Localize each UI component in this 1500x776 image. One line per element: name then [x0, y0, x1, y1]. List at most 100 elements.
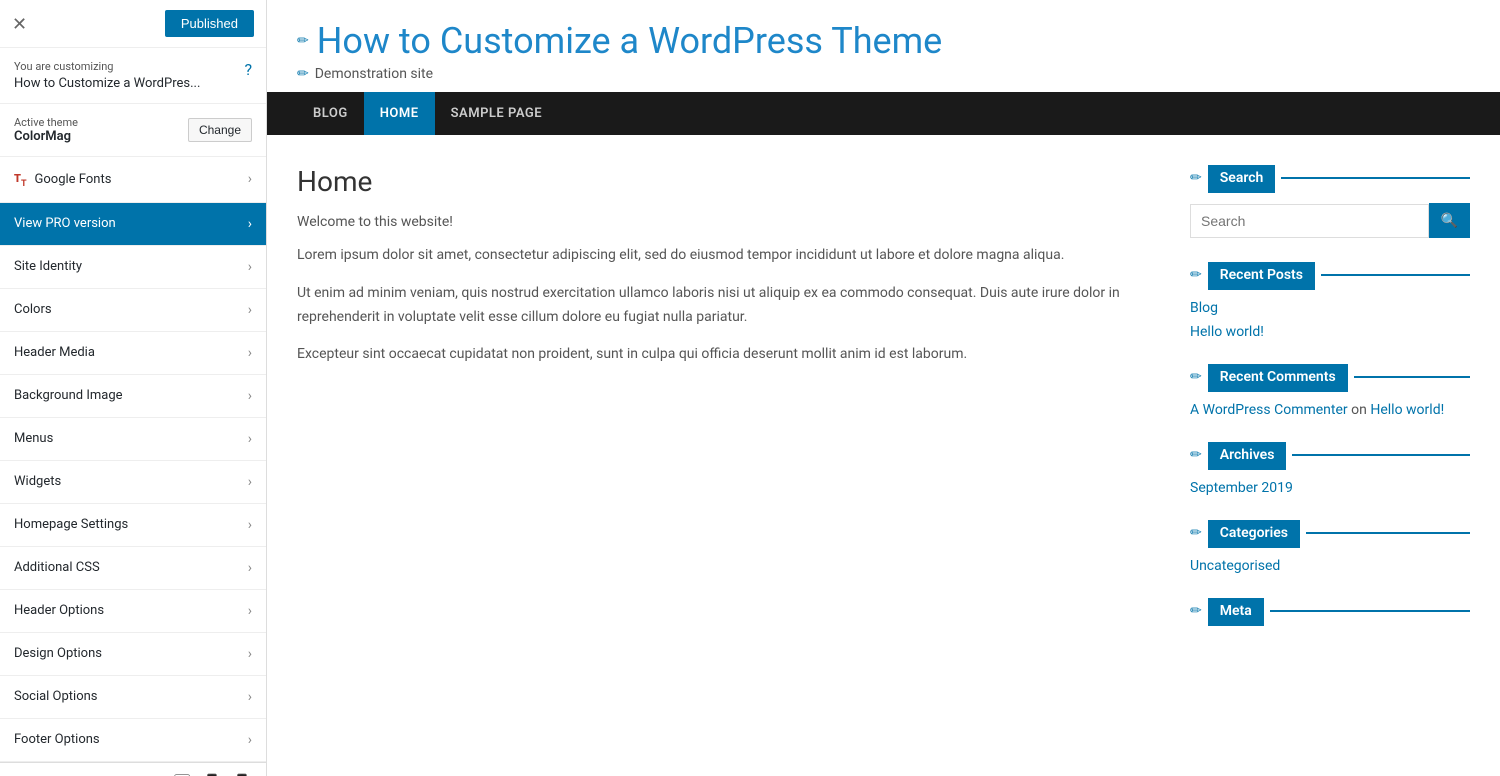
- site-title: How to Customize a WordPress Theme: [317, 20, 943, 62]
- lorem-para-3: Excepteur sint occaecat cupidatat non pr…: [297, 343, 1160, 367]
- chevron-right-icon: ›: [248, 560, 252, 576]
- recent-comments-underline: [1354, 376, 1470, 378]
- meta-edit-icon[interactable]: ✏: [1190, 603, 1202, 619]
- sidebar-item-label: Footer Options: [14, 732, 100, 747]
- sidebar-item-view-pro[interactable]: View PRO version›: [0, 203, 266, 246]
- preview-area: ✏ How to Customize a WordPress Theme ✏ D…: [267, 0, 1500, 776]
- google-fonts-icon: TT: [14, 170, 27, 189]
- search-widget-title: Search: [1208, 165, 1276, 191]
- recent-post-link[interactable]: Blog: [1190, 300, 1470, 316]
- recent-comments-widget: ✏ Recent Comments A WordPress Commenter …: [1190, 364, 1470, 418]
- help-icon[interactable]: ?: [244, 60, 252, 79]
- categories-title: Categories: [1208, 520, 1300, 546]
- sidebar-item-site-identity[interactable]: Site Identity ›: [0, 246, 266, 289]
- meta-underline: [1270, 610, 1470, 612]
- chevron-right-icon: ›: [248, 171, 252, 187]
- sidebar-item-background-image[interactable]: Background Image›: [0, 375, 266, 418]
- search-button[interactable]: 🔍: [1429, 203, 1470, 238]
- recent-comments-title: Recent Comments: [1208, 364, 1348, 390]
- chevron-right-icon: ›: [248, 259, 252, 275]
- recent-posts-underline: [1321, 274, 1470, 276]
- search-title-underline: [1281, 177, 1470, 179]
- categories-edit-icon[interactable]: ✏: [1190, 525, 1202, 541]
- sidebar-item-label: Site Identity: [14, 259, 82, 274]
- sidebar-item-additional-css[interactable]: Additional CSS ›: [0, 547, 266, 590]
- sidebar-item-google-fonts[interactable]: TTGoogle Fonts›: [0, 157, 266, 203]
- chevron-right-icon: ›: [248, 474, 252, 490]
- chevron-right-icon: ›: [248, 431, 252, 447]
- sidebar-item-label: Header Options: [14, 603, 104, 618]
- sidebar-item-header-options[interactable]: Header Options›: [0, 590, 266, 633]
- meta-title: Meta: [1208, 598, 1264, 624]
- comment-post-link[interactable]: Hello world!: [1370, 402, 1444, 418]
- sidebar-item-header-media[interactable]: Header Media›: [0, 332, 266, 375]
- nav-item-sample-page[interactable]: SAMPLE PAGE: [435, 92, 559, 135]
- sidebar-item-label: Additional CSS: [14, 560, 100, 575]
- site-description: Demonstration site: [315, 66, 433, 82]
- meta-title-row: ✏ Meta: [1190, 598, 1470, 624]
- categories-list: Uncategorised: [1190, 558, 1470, 574]
- commenter-link[interactable]: A WordPress Commenter: [1190, 402, 1348, 418]
- sidebar-item-label: Menus: [14, 431, 53, 446]
- recent-comments-title-row: ✏ Recent Comments: [1190, 364, 1470, 390]
- welcome-text: Welcome to this website!: [297, 214, 1160, 230]
- archives-title-row: ✏ Archives: [1190, 442, 1470, 468]
- sidebar-item-label: Homepage Settings: [14, 517, 128, 532]
- recent-posts-title: Recent Posts: [1208, 262, 1315, 288]
- preview-header: ✏ How to Customize a WordPress Theme ✏ D…: [267, 0, 1500, 92]
- sidebar-item-design-options[interactable]: Design Options›: [0, 633, 266, 676]
- customizing-title: How to Customize a WordPres...: [14, 76, 200, 91]
- sidebar-item-menus[interactable]: Menus ›: [0, 418, 266, 461]
- search-widget-edit-icon[interactable]: ✏: [1190, 170, 1202, 186]
- sidebar-item-colors[interactable]: Colors ›: [0, 289, 266, 332]
- archives-list: September 2019: [1190, 480, 1470, 496]
- archives-underline: [1292, 454, 1470, 456]
- category-link[interactable]: Uncategorised: [1190, 558, 1470, 574]
- chevron-right-icon: ›: [248, 689, 252, 705]
- chevron-right-icon: ›: [248, 345, 252, 361]
- search-input[interactable]: [1190, 204, 1429, 238]
- archives-widget: ✏ Archives September 2019: [1190, 442, 1470, 496]
- sidebar-item-label: Social Options: [14, 689, 98, 704]
- active-theme-name: ColorMag: [14, 129, 78, 144]
- nav-item-blog[interactable]: BLOG: [297, 92, 364, 135]
- sidebar-item-homepage-settings[interactable]: Homepage Settings ›: [0, 504, 266, 547]
- chevron-right-icon: ›: [248, 517, 252, 533]
- recent-posts-list: Blog Hello world!: [1190, 300, 1470, 340]
- sidebar-top-bar: ✕ Published: [0, 0, 266, 48]
- archives-edit-icon[interactable]: ✏: [1190, 447, 1202, 463]
- published-button[interactable]: Published: [165, 10, 254, 37]
- change-theme-button[interactable]: Change: [188, 118, 252, 142]
- chevron-right-icon: ›: [248, 302, 252, 318]
- page-heading: Home: [297, 165, 1160, 198]
- search-widget: ✏ Search 🔍: [1190, 165, 1470, 238]
- on-text: on: [1351, 402, 1367, 418]
- search-widget-input-row: 🔍: [1190, 203, 1470, 238]
- sidebar-item-label: Design Options: [14, 646, 102, 661]
- nav-bar: BLOGHOMESAMPLE PAGE: [267, 92, 1500, 135]
- site-title-edit-icon[interactable]: ✏: [297, 33, 309, 49]
- lorem-para-2: Ut enim ad minim veniam, quis nostrud ex…: [297, 282, 1160, 330]
- sidebar-item-label: View PRO version: [14, 216, 116, 231]
- sidebar-item-footer-options[interactable]: Footer Options›: [0, 719, 266, 762]
- site-title-row: ✏ How to Customize a WordPress Theme: [297, 20, 1470, 62]
- customizing-label: You are customizing: [14, 60, 200, 73]
- recent-posts-edit-icon[interactable]: ✏: [1190, 267, 1202, 283]
- recent-posts-widget: ✏ Recent Posts Blog Hello world!: [1190, 262, 1470, 340]
- recent-post-link[interactable]: Hello world!: [1190, 324, 1470, 340]
- site-desc-edit-icon[interactable]: ✏: [297, 66, 309, 82]
- main-content: Home Welcome to this website! Lorem ipsu…: [297, 165, 1160, 648]
- categories-widget: ✏ Categories Uncategorised: [1190, 520, 1470, 574]
- sidebar-widgets: ✏ Search 🔍 ✏ Recent Posts Blog Hello worl…: [1190, 165, 1470, 648]
- sidebar-item-widgets[interactable]: Widgets›: [0, 461, 266, 504]
- sidebar-item-social-options[interactable]: Social Options ›: [0, 676, 266, 719]
- active-theme-label: Active theme: [14, 116, 78, 129]
- preview-content: Home Welcome to this website! Lorem ipsu…: [267, 135, 1500, 678]
- sidebar-item-label: Colors: [14, 302, 52, 317]
- nav-item-home[interactable]: HOME: [364, 92, 435, 135]
- close-button[interactable]: ✕: [12, 15, 27, 33]
- active-theme-section: Active theme ColorMag Change: [0, 104, 266, 157]
- archive-link[interactable]: September 2019: [1190, 480, 1470, 496]
- archives-title: Archives: [1208, 442, 1287, 468]
- recent-comments-edit-icon[interactable]: ✏: [1190, 369, 1202, 385]
